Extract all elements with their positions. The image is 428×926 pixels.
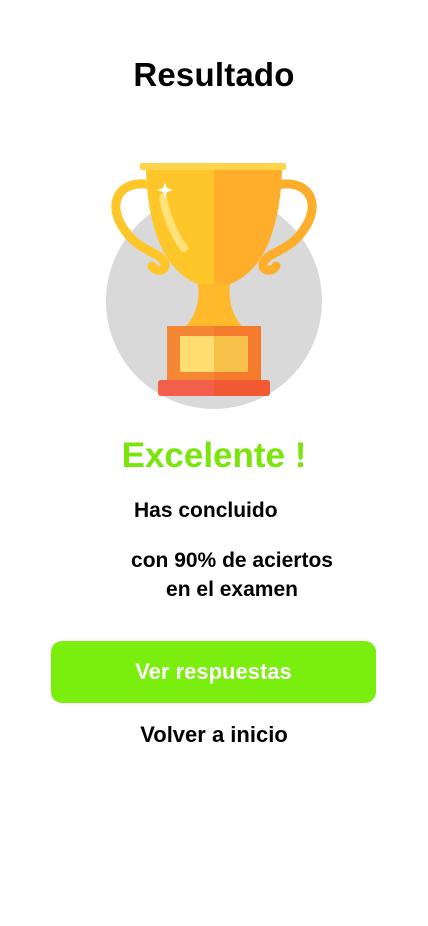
cup-rim	[140, 163, 286, 170]
score-summary: con 90% de aciertos en el examen	[0, 546, 428, 604]
result-subtitle: Has concluido	[134, 499, 278, 522]
trophy-icon	[106, 163, 322, 409]
trophy-foot-shade	[214, 380, 270, 396]
score-line-end: en el examen	[166, 578, 298, 601]
score-line: con 90% de aciertos	[131, 549, 333, 572]
view-answers-button[interactable]: Ver respuestas	[51, 641, 376, 703]
result-heading: Excelente !	[121, 436, 307, 475]
name-plate-shade	[214, 336, 248, 372]
trophy-illustration	[100, 160, 330, 415]
page-title: Resultado	[133, 56, 295, 93]
back-home-link[interactable]: Volver a inicio	[0, 722, 428, 748]
